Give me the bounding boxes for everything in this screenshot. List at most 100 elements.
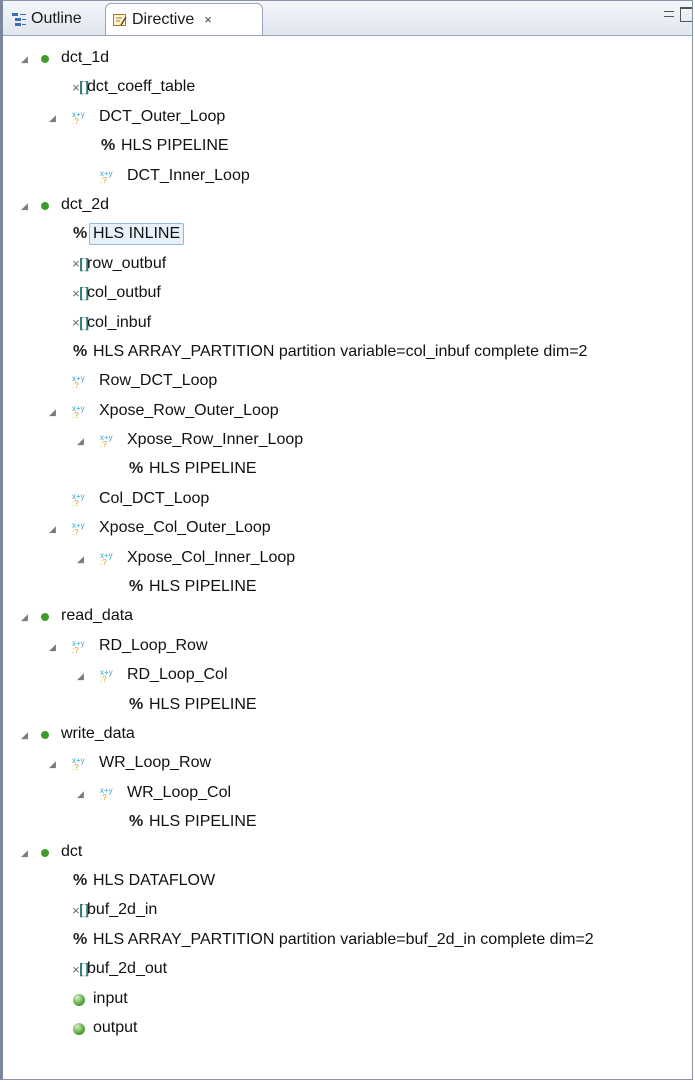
tree-item-loop[interactable]: x+y:? Row_DCT_Loop — [3, 367, 692, 396]
tree-item-label: HLS INLINE — [89, 223, 185, 246]
expand-toggle-icon[interactable]: ◢ — [77, 789, 85, 798]
tree-item-loop[interactable]: x+y:? Col_DCT_Loop — [3, 485, 692, 514]
tree-item-label: col_inbuf — [87, 313, 152, 331]
tree-item-label: DCT_Outer_Loop — [99, 107, 226, 125]
expand-toggle-icon[interactable]: ◢ — [49, 760, 57, 769]
expand-toggle-icon[interactable]: ◢ — [21, 613, 29, 622]
tree-item-port[interactable]: input — [3, 985, 692, 1014]
tree-item-func[interactable]: ◢ dct — [3, 838, 692, 867]
pragma-icon: % — [129, 813, 144, 831]
expand-toggle-icon[interactable]: ◢ — [49, 407, 57, 416]
tree-item-loop[interactable]: ◢ x+y:? RD_Loop_Row — [3, 632, 692, 661]
tree-item-pragma[interactable]: % HLS PIPELINE — [3, 132, 692, 161]
tab-directive[interactable]: Directive × — [105, 3, 263, 35]
expand-toggle-icon[interactable]: ◢ — [49, 525, 57, 534]
outline-icon — [11, 11, 27, 27]
loop-icon: x+y:? — [99, 550, 113, 566]
function-icon — [41, 730, 49, 739]
tree-item-pragma[interactable]: % HLS ARRAY_PARTITION partition variable=… — [3, 926, 692, 955]
maximize-icon[interactable] — [680, 7, 692, 22]
tree-item-pragma[interactable]: % HLS INLINE — [3, 220, 692, 249]
expand-toggle-icon[interactable]: ◢ — [49, 113, 57, 122]
expand-toggle-icon[interactable]: ◢ — [77, 672, 85, 681]
loop-icon: x+y:? — [71, 373, 85, 389]
svg-text::?: :? — [100, 176, 107, 184]
window-controls — [662, 7, 692, 22]
expand-toggle-icon[interactable]: ◢ — [49, 642, 57, 651]
tree-item-label: Row_DCT_Loop — [99, 372, 218, 390]
close-icon[interactable]: × — [204, 12, 212, 27]
tree-item-label: input — [93, 989, 128, 1007]
expand-toggle-icon[interactable]: ◢ — [77, 437, 85, 446]
tab-directive-label: Directive — [132, 10, 195, 28]
minimize-icon[interactable] — [664, 11, 674, 17]
tree-item-label: HLS PIPELINE — [121, 137, 229, 155]
tree-item-loop[interactable]: ◢ x+y:? WR_Loop_Row — [3, 749, 692, 778]
tree-item-label: Xpose_Row_Outer_Loop — [99, 401, 279, 419]
tree-item-pragma[interactable]: % HLS PIPELINE — [3, 573, 692, 602]
tree-item-label: RD_Loop_Row — [99, 636, 208, 654]
tree-item-array[interactable]: ×[] row_outbuf — [3, 250, 692, 279]
tree-item-loop[interactable]: x+y:? DCT_Inner_Loop — [3, 162, 692, 191]
pragma-icon: % — [73, 930, 88, 948]
tree-item-loop[interactable]: ◢ x+y:? Xpose_Col_Outer_Loop — [3, 514, 692, 543]
tree-item-port[interactable]: output — [3, 1014, 692, 1043]
expand-toggle-icon[interactable]: ◢ — [21, 55, 29, 64]
tree-item-array[interactable]: ×[] dct_coeff_table — [3, 73, 692, 102]
tree-item-array[interactable]: ×[] buf_2d_out — [3, 955, 692, 984]
tab-outline[interactable]: Outline — [5, 4, 107, 34]
tree-item-loop[interactable]: ◢ x+y:? Xpose_Row_Outer_Loop — [3, 397, 692, 426]
tree-item-label: dct_1d — [61, 49, 110, 66]
loop-icon: x+y:? — [99, 667, 113, 683]
tree-item-label: buf_2d_in — [87, 901, 158, 919]
tree-item-func[interactable]: ◢ read_data — [3, 602, 692, 631]
pragma-icon: % — [73, 225, 88, 243]
svg-text::?: :? — [72, 499, 79, 507]
tree-item-func[interactable]: ◢ write_data — [3, 720, 692, 749]
expand-toggle-icon[interactable]: ◢ — [21, 730, 29, 739]
tree-item-label: WR_Loop_Col — [127, 783, 232, 801]
tree-item-loop[interactable]: ◢ x+y:? DCT_Outer_Loop — [3, 103, 692, 132]
svg-text::?: :? — [72, 763, 79, 771]
tree-item-pragma[interactable]: % HLS DATAFLOW — [3, 867, 692, 896]
tree-item-pragma[interactable]: % HLS PIPELINE — [3, 455, 692, 484]
directive-view-panel: Outline Directive × ◢ dct_1d ×[] dct_coeff_… — [0, 0, 693, 1080]
tree-item-label: HLS ARRAY_PARTITION partition variable=c… — [93, 342, 588, 360]
tree-item-label: Xpose_Col_Inner_Loop — [127, 548, 296, 566]
tree-item-pragma[interactable]: % HLS PIPELINE — [3, 691, 692, 720]
loop-icon: x+y:? — [99, 168, 113, 184]
expand-toggle-icon[interactable]: ◢ — [77, 554, 85, 563]
tab-outline-label: Outline — [31, 10, 82, 27]
tree-item-func[interactable]: ◢ dct_2d — [3, 191, 692, 220]
tree-item-array[interactable]: ×[] col_inbuf — [3, 309, 692, 338]
tree-item-loop[interactable]: ◢ x+y:? WR_Loop_Col — [3, 779, 692, 808]
tree-item-label: buf_2d_out — [87, 960, 168, 978]
loop-icon: x+y:? — [71, 109, 85, 125]
tree-item-label: dct — [61, 842, 83, 860]
tree-item-loop[interactable]: ◢ x+y:? Xpose_Col_Inner_Loop — [3, 544, 692, 573]
pragma-icon: % — [73, 871, 88, 889]
tree-item-pragma[interactable]: % HLS PIPELINE — [3, 808, 692, 837]
loop-icon: x+y:? — [71, 755, 85, 771]
svg-text::?: :? — [100, 675, 107, 683]
tree-item-label: output — [93, 1018, 138, 1036]
tree-item-label: HLS PIPELINE — [149, 460, 257, 478]
tree-item-loop[interactable]: ◢ x+y:? RD_Loop_Col — [3, 661, 692, 690]
tree-item-loop[interactable]: ◢ x+y:? Xpose_Row_Inner_Loop — [3, 426, 692, 455]
port-icon — [73, 993, 85, 1006]
tree-item-array[interactable]: ×[] col_outbuf — [3, 279, 692, 308]
expand-toggle-icon[interactable]: ◢ — [21, 201, 29, 210]
tree-item-label: dct_coeff_table — [87, 78, 196, 96]
function-icon — [41, 848, 49, 857]
svg-text::?: :? — [72, 381, 79, 389]
tree-item-label: RD_Loop_Col — [127, 666, 228, 684]
tree-item-pragma[interactable]: % HLS ARRAY_PARTITION partition variable=… — [3, 338, 692, 367]
pragma-icon: % — [101, 137, 116, 155]
port-icon — [73, 1022, 85, 1035]
expand-toggle-icon[interactable]: ◢ — [21, 848, 29, 857]
tree-item-array[interactable]: ×[] buf_2d_in — [3, 896, 692, 925]
loop-icon: x+y:? — [71, 520, 85, 536]
directive-icon — [112, 12, 128, 28]
tree-item-func[interactable]: ◢ dct_1d — [3, 44, 692, 73]
tree-item-label: Xpose_Col_Outer_Loop — [99, 519, 271, 537]
